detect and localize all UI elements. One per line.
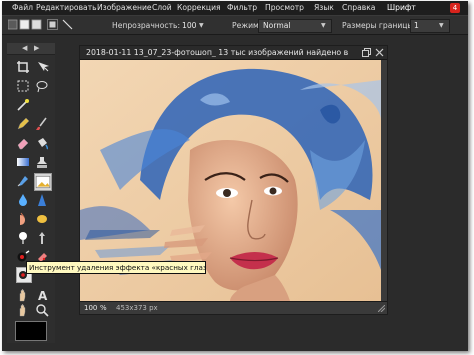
border-size-dropdown-icon: ▼	[439, 22, 444, 29]
paint-bucket-icon[interactable]	[35, 136, 49, 150]
menu-help[interactable]: Справка	[342, 3, 375, 12]
menu-layer[interactable]: Слой	[152, 3, 172, 12]
menu-filter[interactable]: Фильтр	[227, 3, 257, 12]
border-size-select[interactable]: 1 ▼	[410, 19, 450, 33]
gradient-icon[interactable]	[16, 155, 30, 169]
editor-window: Файл Редактировать Изображение Слой Корр…	[2, 1, 468, 351]
tool-tooltip: Инструмент удаления эффекта «красных гла…	[26, 261, 206, 274]
svg-text:A: A	[38, 289, 48, 302]
brush-icon[interactable]	[35, 117, 49, 131]
opacity-label: Непрозрачность:	[112, 21, 181, 30]
dodge-icon[interactable]	[16, 231, 30, 245]
collapse-right-icon[interactable]: ▶	[34, 44, 39, 52]
lasso-icon[interactable]	[35, 79, 49, 93]
foreground-color-swatch[interactable]	[15, 321, 47, 341]
zoom-icon[interactable]	[35, 303, 49, 317]
border-size-value: 1	[414, 21, 419, 30]
menu-edit[interactable]: Редактировать	[36, 3, 97, 12]
options-bar: Непрозрачность: 100 ▼ Режим: Normal ▼ Ра…	[2, 16, 468, 35]
zoom-value[interactable]: 100	[84, 304, 97, 312]
menu-font[interactable]: Шрифт	[387, 3, 416, 12]
zoom-unit: %	[100, 304, 107, 312]
blur-drop-icon[interactable]	[16, 193, 30, 207]
document-window: 2018-01-11 13_07_23-фотошоп_ 13 тыс изоб…	[79, 45, 388, 315]
menu-bar: Файл Редактировать Изображение Слой Корр…	[2, 1, 468, 16]
tools-panel: ◀ ▶ A	[7, 43, 55, 343]
marquee-icon[interactable]	[16, 79, 30, 93]
opacity-value[interactable]: 100	[182, 21, 197, 30]
collapse-left-icon[interactable]: ◀	[22, 44, 27, 52]
menu-file[interactable]: Файл	[12, 3, 33, 12]
image-size: 453x373 px	[116, 304, 158, 312]
resize-grip-icon[interactable]	[378, 305, 385, 312]
move-icon[interactable]	[35, 60, 49, 74]
selection-mode-icons[interactable]	[8, 19, 44, 31]
mode-label: Режим:	[232, 21, 262, 30]
clone-stamp-icon[interactable]	[35, 155, 49, 169]
pan-hand-icon[interactable]	[16, 303, 30, 317]
tools-panel-header[interactable]: ◀ ▶	[7, 43, 55, 55]
mode-dropdown-icon: ▼	[321, 22, 326, 29]
opacity-dropdown-icon[interactable]: ▼	[199, 22, 204, 29]
color-replace-icon[interactable]	[16, 174, 30, 188]
menu-adjustments[interactable]: Коррекция	[177, 3, 221, 12]
border-size-label: Размеры границы:	[342, 21, 416, 30]
menu-image[interactable]: Изображение	[97, 3, 152, 12]
menu-language[interactable]: Язык	[314, 3, 334, 12]
mode-select[interactable]: Normal ▼	[258, 19, 332, 33]
notification-badge[interactable]: 4	[450, 3, 460, 13]
sharpen-icon[interactable]	[35, 193, 49, 207]
close-icon[interactable]	[375, 48, 384, 57]
menu-view[interactable]: Просмотр	[265, 3, 304, 12]
crop-icon[interactable]	[16, 60, 30, 74]
restore-icon[interactable]	[362, 48, 371, 57]
burn-icon[interactable]	[35, 231, 49, 245]
text-tool-icon[interactable]: A	[35, 288, 49, 302]
line-icon[interactable]	[62, 19, 74, 31]
magic-wand-icon[interactable]	[16, 98, 30, 112]
document-title: 2018-01-11 13_07_23-фотошоп_ 13 тыс изоб…	[86, 48, 349, 57]
mode-value: Normal	[263, 21, 291, 30]
hand-icon[interactable]	[16, 288, 30, 302]
document-titlebar[interactable]: 2018-01-11 13_07_23-фотошоп_ 13 тыс изоб…	[80, 46, 387, 60]
sponge-icon[interactable]	[35, 212, 49, 226]
pencil-icon[interactable]	[16, 117, 30, 131]
document-statusbar: 100 % 453x373 px	[80, 301, 387, 314]
antialias-toggle[interactable]	[47, 19, 59, 31]
image-tool-icon[interactable]	[34, 173, 52, 191]
smudge-icon[interactable]	[16, 212, 30, 226]
eraser-icon[interactable]	[16, 136, 30, 150]
